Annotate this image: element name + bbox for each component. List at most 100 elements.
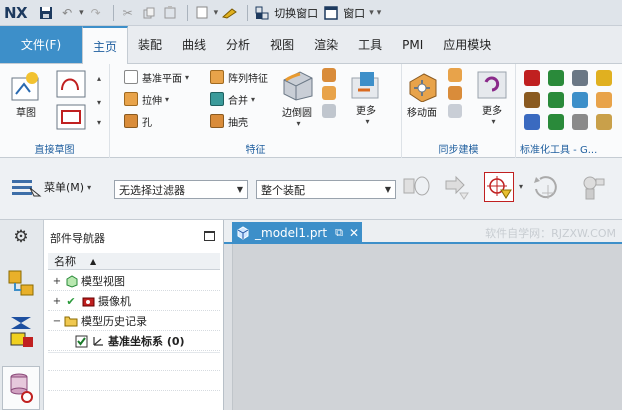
- graphics-area: _model1.prt ⧉ ✕ 软件自学网：RJZXW.COM: [224, 220, 622, 410]
- std-tool-10-icon[interactable]: [548, 114, 564, 130]
- tab-assembly[interactable]: 装配: [128, 26, 172, 63]
- menu-button[interactable]: 菜单(M) ▾: [10, 176, 91, 198]
- rectangle-dropdown-icon[interactable]: ▾: [97, 98, 101, 107]
- shell-button[interactable]: 抽壳: [210, 112, 248, 130]
- repeat-command-icon[interactable]: [221, 4, 239, 22]
- settings-icon[interactable]: ⚙: [6, 222, 36, 252]
- replace-face-icon[interactable]: [448, 104, 462, 118]
- group-label-standard-tools[interactable]: 标准化工具 - G...: [516, 141, 622, 156]
- undo-icon[interactable]: ↶: [58, 4, 76, 22]
- chamfer-icon[interactable]: [322, 68, 336, 82]
- tab-tools[interactable]: 工具: [348, 26, 392, 63]
- rectangle-button[interactable]: [56, 104, 86, 130]
- sketch-button[interactable]: 草图: [10, 70, 42, 119]
- tab-pmi[interactable]: PMI: [392, 26, 433, 63]
- hole-icon: [124, 114, 138, 128]
- tab-analysis[interactable]: 分析: [216, 26, 260, 63]
- selection-scope-select[interactable]: 整个装配 ▼: [256, 180, 396, 199]
- undo-selection-icon[interactable]: [532, 172, 562, 202]
- feature-more-button[interactable]: 更多 ▾: [350, 68, 382, 126]
- curve-dropdown-icon[interactable]: ▴: [97, 74, 101, 83]
- cut-icon[interactable]: ✂: [119, 4, 137, 22]
- trim-body-icon[interactable]: [322, 104, 336, 118]
- navigator-column-header[interactable]: 名称 ▲: [48, 253, 220, 270]
- tab-file[interactable]: 文件(F): [0, 26, 82, 63]
- std-tool-6-icon[interactable]: [548, 92, 564, 108]
- expand-icon[interactable]: +: [52, 276, 62, 287]
- 3d-viewport[interactable]: [232, 244, 622, 410]
- sync-more-button[interactable]: 更多 ▾: [476, 68, 508, 126]
- tree-item-datum-csys[interactable]: 基准坐标系 (0): [48, 332, 220, 351]
- group-label-direct-sketch[interactable]: 直接草图: [0, 141, 109, 156]
- offset-region-icon[interactable]: [448, 86, 462, 100]
- std-tool-3-icon[interactable]: [572, 70, 588, 86]
- tab-render[interactable]: 渲染: [304, 26, 348, 63]
- std-tool-5-icon[interactable]: [524, 92, 540, 108]
- expand-icon[interactable]: +: [52, 296, 62, 307]
- tree-item-cameras[interactable]: + ✔ 摄像机: [48, 292, 220, 311]
- redo-icon[interactable]: ↷: [87, 4, 105, 22]
- undo-dropdown-icon[interactable]: ▾: [79, 8, 84, 18]
- std-tool-4-icon[interactable]: [596, 70, 612, 86]
- type-filter-select[interactable]: 无选择过滤器 ▼: [114, 180, 248, 199]
- unite-button[interactable]: 合并 ▾: [210, 90, 255, 108]
- part-navigator-icon[interactable]: [2, 366, 40, 410]
- feature-more-dropdown-icon[interactable]: ▾: [365, 117, 369, 126]
- checkbox-checked-icon[interactable]: [74, 334, 88, 348]
- sketch-curve-button[interactable]: [56, 70, 86, 98]
- datum-plane-dropdown-icon[interactable]: ▾: [185, 73, 189, 82]
- assembly-navigator-icon[interactable]: [6, 266, 36, 296]
- snap-point-filter-icon[interactable]: [484, 172, 514, 202]
- tree-item-model-history[interactable]: − 模型历史记录: [48, 312, 220, 331]
- curve-rule-icon[interactable]: [442, 172, 472, 202]
- paste-icon[interactable]: [161, 4, 179, 22]
- tab-view[interactable]: 视图: [260, 26, 304, 63]
- save-icon[interactable]: [37, 4, 55, 22]
- pattern-feature-button[interactable]: 阵列特征: [210, 68, 268, 86]
- unite-dropdown-icon[interactable]: ▾: [251, 95, 255, 104]
- std-tool-1-icon[interactable]: [524, 70, 540, 86]
- copy-icon[interactable]: [140, 4, 158, 22]
- switch-window-label[interactable]: 切换窗口: [274, 5, 318, 21]
- switch-window-icon[interactable]: [253, 4, 271, 22]
- pin-icon[interactable]: ⧉: [335, 226, 343, 240]
- tab-application[interactable]: 应用模块: [433, 26, 501, 63]
- std-tool-12-icon[interactable]: [596, 114, 612, 130]
- maximize-icon[interactable]: [204, 231, 215, 241]
- hole-button[interactable]: 孔: [124, 112, 152, 130]
- sync-more-dropdown-icon[interactable]: ▾: [491, 117, 495, 126]
- quick-pick-icon[interactable]: [578, 172, 608, 202]
- general-selection-icon[interactable]: [402, 172, 432, 202]
- pull-face-icon[interactable]: [448, 68, 462, 82]
- datum-plane-button[interactable]: 基准平面 ▾: [124, 68, 189, 86]
- window-icon[interactable]: [322, 4, 340, 22]
- std-tool-7-icon[interactable]: [572, 92, 588, 108]
- group-label-feature[interactable]: 特征: [110, 141, 401, 156]
- close-icon[interactable]: ✕: [349, 226, 359, 240]
- constraint-navigator-icon[interactable]: [6, 316, 36, 347]
- tree-item-model-views[interactable]: + 模型视图: [48, 272, 220, 291]
- window-dropdown-icon[interactable]: ▾: [369, 8, 374, 18]
- std-tool-8-icon[interactable]: [596, 92, 612, 108]
- collapse-icon[interactable]: −: [52, 316, 62, 327]
- edge-blend-button[interactable]: 边倒圆 ▾: [280, 68, 314, 128]
- sketch-more-icon[interactable]: ▾: [97, 118, 101, 127]
- move-face-button[interactable]: 移动面: [406, 70, 438, 119]
- tab-curve[interactable]: 曲线: [172, 26, 216, 63]
- move-face-label: 移动面: [407, 108, 437, 119]
- extrude-dropdown-icon[interactable]: ▾: [165, 95, 169, 104]
- edge-blend-dropdown-icon[interactable]: ▾: [296, 119, 300, 128]
- std-tool-2-icon[interactable]: [548, 70, 564, 86]
- std-tool-9-icon[interactable]: [524, 114, 540, 130]
- group-label-sync-modeling[interactable]: 同步建模: [402, 141, 515, 156]
- std-tool-11-icon[interactable]: [572, 114, 588, 130]
- draft-icon[interactable]: [322, 86, 336, 100]
- window-menu[interactable]: 窗口: [343, 5, 365, 21]
- document-tab[interactable]: _model1.prt ⧉ ✕: [232, 222, 362, 244]
- new-document-icon[interactable]: [193, 4, 211, 22]
- customize-quick-access-icon[interactable]: ▾: [377, 8, 382, 18]
- snap-point-dropdown-icon[interactable]: ▾: [519, 182, 523, 191]
- new-dropdown-icon[interactable]: ▾: [214, 8, 219, 18]
- extrude-button[interactable]: 拉伸 ▾: [124, 90, 169, 108]
- tab-home[interactable]: 主页: [82, 26, 129, 64]
